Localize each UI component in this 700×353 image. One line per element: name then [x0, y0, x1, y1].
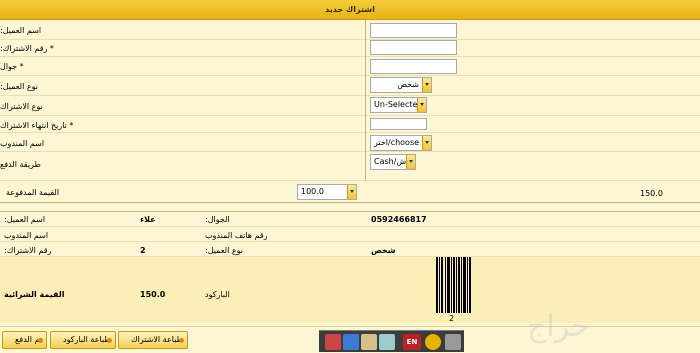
print-subscription-label: طباعة الاشتراك	[131, 335, 183, 344]
taskbar-tray: EN	[319, 330, 464, 352]
chevron-down-icon[interactable]	[417, 98, 426, 112]
barcode-number: 2	[449, 314, 455, 323]
expiry-date-input[interactable]	[370, 118, 427, 130]
network-icon[interactable]	[379, 334, 395, 350]
payment-method-label: طريقة الدفع	[0, 160, 41, 169]
chevron-down-icon[interactable]	[406, 155, 415, 169]
payment-method-select[interactable]: Cash/كاش	[370, 154, 416, 170]
summary-barcode-label: الباركود	[205, 290, 230, 299]
subscription-number-input[interactable]	[370, 40, 457, 55]
print-icon	[178, 338, 184, 343]
customer-type-label: نوع العميل:	[0, 82, 38, 91]
app-icon[interactable]	[325, 334, 341, 350]
summary-purchase-value: 150.0	[140, 290, 166, 299]
rep-name-value: اختر/choose --	[374, 138, 428, 147]
language-indicator[interactable]: EN	[403, 334, 421, 350]
customer-name-input[interactable]	[370, 23, 457, 38]
expiry-date-label: * تاريخ انتهاء الاشتراك	[0, 121, 74, 130]
dialog-title: اشتراك جديد	[0, 0, 700, 20]
paid-value-label: القيمة المدفوعة	[6, 188, 60, 197]
barcode-image	[436, 257, 471, 313]
summary-row	[0, 227, 700, 242]
paid-value-total: 150.0	[640, 189, 663, 198]
watermark: حراج	[527, 309, 590, 344]
subscription-type-select[interactable]: Un-Selected	[370, 97, 427, 113]
print-icon	[106, 338, 112, 343]
payment-icon	[38, 338, 44, 343]
subscription-number-label: * رقم الاشتراك:	[0, 44, 54, 53]
dollar-icon[interactable]	[343, 334, 359, 350]
mobile-label: * جوال	[0, 62, 24, 71]
customer-name-label: اسم العميل:	[0, 26, 42, 35]
summary-mobile-value: 0592466817	[371, 215, 427, 224]
customer-type-value: شخص	[397, 80, 419, 89]
chevron-down-icon[interactable]	[422, 136, 431, 150]
summary-purchase-value-label: القيمة الشرائية	[4, 290, 65, 299]
summary-subscription-number-value: 2	[140, 246, 146, 255]
summary-rep-name-label: اسم المندوب	[4, 231, 49, 240]
subscription-type-value: Un-Selected	[374, 100, 423, 109]
chevron-down-icon[interactable]	[347, 185, 356, 199]
summary-mobile-label: الجوال:	[205, 215, 230, 224]
print-subscription-button[interactable]: طباعة الاشتراك	[118, 331, 188, 349]
summary-subscription-number-label: رقم الاشتراك:	[4, 246, 52, 255]
summary-row	[0, 242, 700, 257]
summary-customer-type-label: نوع العميل:	[205, 246, 243, 255]
folder-icon[interactable]	[361, 334, 377, 350]
money-bag-icon[interactable]	[425, 334, 441, 350]
chevron-down-icon[interactable]	[422, 78, 431, 92]
summary-customer-type-value: شخص	[371, 246, 396, 255]
customer-type-select[interactable]: شخص	[370, 77, 432, 93]
summary-customer-name-label: اسم العميل:	[4, 215, 46, 224]
mobile-input[interactable]	[370, 59, 457, 74]
paid-value-input-value: 100.0	[301, 187, 324, 196]
monitor-icon[interactable]	[445, 334, 461, 350]
rep-name-label: اسم المندوب	[0, 139, 45, 148]
summary-rep-phone-label: رقم هاتف المندوب	[205, 231, 268, 240]
column-divider	[365, 20, 366, 181]
summary-row	[0, 212, 700, 227]
subscription-type-label: نوع الاشتراك	[0, 102, 43, 111]
print-barcode-button[interactable]: طباعة الباركود	[50, 331, 116, 349]
paid-value-input[interactable]: 100.0	[297, 184, 357, 200]
print-barcode-label: طباعة الباركود	[63, 335, 111, 344]
payment-done-button[interactable]: تم الدفع	[2, 331, 48, 349]
rep-name-select[interactable]: اختر/choose --	[370, 135, 432, 151]
summary-customer-name-value: علاء	[140, 215, 156, 224]
